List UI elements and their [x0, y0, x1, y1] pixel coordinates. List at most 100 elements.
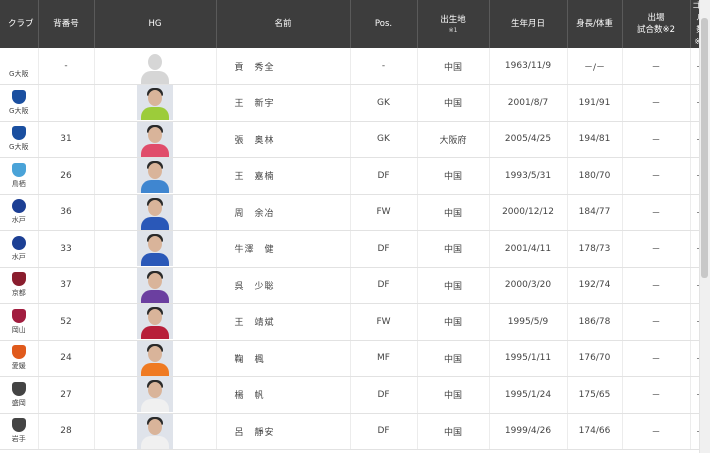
table-row[interactable]: G大阪31張 奥林GK大阪府2005/4/25194/81－－ [0, 121, 710, 158]
club-cell[interactable]: G大阪 [0, 48, 39, 85]
player-name[interactable]: 王 新宇 [216, 84, 351, 122]
club-cell[interactable]: G大阪 [0, 84, 39, 122]
club-cell[interactable]: 愛媛 [0, 340, 39, 377]
player-apps: － [622, 121, 691, 158]
header-height-weight[interactable]: 身長/体重 [567, 0, 623, 48]
header-birthplace-label: 出生地 [440, 14, 466, 25]
club-cell[interactable]: G大阪 [0, 121, 39, 158]
table-row[interactable]: 岡山52王 靖斌FW中国1995/5/9186/78－－ [0, 303, 710, 341]
player-name[interactable]: 王 靖斌 [216, 303, 351, 341]
player-birthplace: 大阪府 [417, 121, 490, 158]
player-dob: 1995/5/9 [489, 303, 568, 341]
hg-cell [94, 84, 217, 122]
club-name: 水戸 [11, 252, 26, 261]
club-cell[interactable]: 岩手 [0, 413, 39, 450]
table-header-row: クラブ 背番号 HG 名前 Pos. 出生地 ※1 生年月日 身長/体重 出場 … [0, 0, 710, 48]
player-photo[interactable] [137, 340, 173, 376]
player-position: - [350, 48, 418, 85]
table-row[interactable]: G大阪王 新宇GK中国2001/8/7191/91－－ [0, 84, 710, 122]
player-name[interactable]: 王 嘉楠 [216, 157, 351, 195]
hg-cell [94, 267, 217, 304]
header-apps[interactable]: 出場 試合数※2 [622, 0, 691, 48]
player-number: 36 [38, 194, 95, 231]
player-photo[interactable] [137, 377, 173, 413]
club-name: 盛岡 [11, 398, 26, 407]
header-position[interactable]: Pos. [350, 0, 418, 48]
kit-shape [141, 107, 169, 121]
scrollbar-thumb[interactable] [701, 18, 708, 278]
player-name[interactable]: 張 奥林 [216, 121, 351, 158]
vertical-scrollbar[interactable] [699, 0, 710, 453]
header-name[interactable]: 名前 [216, 0, 351, 48]
hg-cell [94, 157, 217, 195]
player-name[interactable]: 周 余冶 [216, 194, 351, 231]
header-number[interactable]: 背番号 [38, 0, 95, 48]
club-name: 鳥栖 [11, 179, 26, 188]
club-cell[interactable]: 盛岡 [0, 376, 39, 414]
player-table: クラブ 背番号 HG 名前 Pos. 出生地 ※1 生年月日 身長/体重 出場 … [0, 0, 710, 450]
player-dob: 2000/3/20 [489, 267, 568, 304]
player-photo[interactable] [137, 231, 173, 267]
table-row[interactable]: G大阪-貢 秀全-中国1963/11/9－/－－－ [0, 48, 710, 85]
player-name[interactable]: 鞠 楓 [216, 340, 351, 377]
player-photo[interactable] [137, 85, 173, 121]
player-apps: － [622, 340, 691, 377]
club-name: 水戸 [11, 216, 26, 225]
player-number: 27 [38, 376, 95, 414]
table-row[interactable]: 水戸36周 余冶FW中国2000/12/12184/77－－ [0, 194, 710, 231]
player-birthplace: 中国 [417, 194, 490, 231]
club-emblem-icon [11, 308, 26, 323]
table-row[interactable]: 京都37呉 少聡DF中国2000/3/20192/74－－ [0, 267, 710, 304]
player-name[interactable]: 呂 靜安 [216, 413, 351, 450]
hg-cell [94, 194, 217, 231]
player-number: 52 [38, 303, 95, 341]
player-dob: 1963/11/9 [489, 48, 568, 85]
club-name: 岡山 [11, 325, 26, 334]
hg-cell [94, 48, 217, 85]
player-name[interactable]: 呉 少聡 [216, 267, 351, 304]
club-cell[interactable]: 水戸 [0, 230, 39, 268]
player-photo[interactable] [137, 121, 173, 157]
header-hg[interactable]: HG [94, 0, 217, 48]
player-number [38, 84, 95, 122]
player-photo[interactable] [137, 194, 173, 230]
player-height-weight: 194/81 [567, 121, 623, 158]
player-name[interactable]: 貢 秀全 [216, 48, 351, 85]
player-height-weight: 191/91 [567, 84, 623, 122]
head-shape [148, 90, 162, 107]
player-photo[interactable] [137, 48, 173, 84]
header-birthplace[interactable]: 出生地 ※1 [417, 0, 490, 48]
table-row[interactable]: 岩手28呂 靜安DF中国1999/4/26174/66－－ [0, 413, 710, 450]
player-number: - [38, 48, 95, 85]
club-name: 京都 [11, 289, 26, 298]
club-cell[interactable]: 鳥栖 [0, 157, 39, 195]
player-photo[interactable] [137, 304, 173, 340]
player-name[interactable]: 楊 帆 [216, 376, 351, 414]
table-row[interactable]: 鳥栖26王 嘉楠DF中国1993/5/31180/70－－ [0, 157, 710, 195]
player-position: DF [350, 230, 418, 268]
club-cell[interactable]: 京都 [0, 267, 39, 304]
player-photo[interactable] [137, 413, 173, 449]
club-name: G大阪 [9, 106, 29, 115]
player-birthplace: 中国 [417, 303, 490, 341]
kit-shape [141, 70, 169, 84]
table-row[interactable]: 水戸33牛澤 健DF中国2001/4/11178/73－－ [0, 230, 710, 268]
head-shape [148, 126, 162, 143]
player-name[interactable]: 牛澤 健 [216, 230, 351, 268]
header-dob[interactable]: 生年月日 [489, 0, 568, 48]
club-cell[interactable]: 水戸 [0, 194, 39, 231]
table-row[interactable]: 盛岡27楊 帆DF中国1995/1/24175/65－－ [0, 376, 710, 414]
player-height-weight: 180/70 [567, 157, 623, 195]
head-shape [148, 382, 162, 399]
club-name: G大阪 [9, 70, 29, 78]
player-apps: － [622, 157, 691, 195]
club-name: G大阪 [9, 143, 29, 152]
player-photo[interactable] [137, 158, 173, 194]
kit-shape [141, 399, 169, 413]
table-row[interactable]: 愛媛24鞠 楓MF中国1995/1/11176/70－－ [0, 340, 710, 377]
player-photo[interactable] [137, 267, 173, 303]
club-cell[interactable]: 岡山 [0, 303, 39, 341]
player-number: 33 [38, 230, 95, 268]
player-position: FW [350, 194, 418, 231]
header-club[interactable]: クラブ [0, 0, 39, 48]
